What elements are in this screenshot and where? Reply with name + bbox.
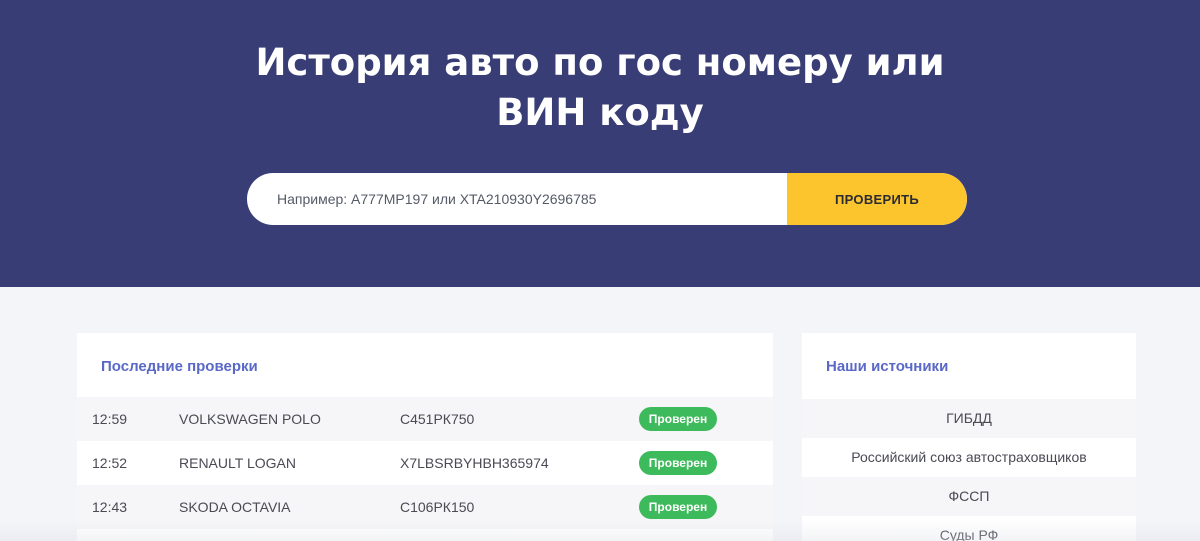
car-model: SKODA OCTAVIA [179,499,291,515]
car-plate: С106РК150 [400,499,475,515]
source-label: ФССП [948,488,990,504]
status-badge: Проверен [639,407,717,431]
source-item: Суды РФ [802,516,1136,541]
source-item: Российский союз автостраховщиков [802,438,1136,477]
search-bar: ПРОВЕРИТЬ [247,173,967,225]
status-badge: Проверен [639,495,717,519]
source-item: ФССП [802,477,1136,516]
check-button[interactable]: ПРОВЕРИТЬ [787,173,967,225]
check-time: 12:43 [92,499,128,515]
car-model: VOLKSWAGEN POLO [179,411,321,427]
sources-title: Наши источники [826,358,949,375]
table-row[interactable]: 12:59 VOLKSWAGEN POLO С451РК750 Проверен [77,397,773,441]
page-title: История авто по гос номеру или ВИН коду [0,38,1200,138]
status-badge: Проверен [639,451,717,475]
page-title-line-2: ВИН коду [496,91,704,134]
sources-card: Наши источники ГИБДД Российский союз авт… [802,333,1136,541]
recent-checks-title: Последние проверки [101,358,258,375]
check-time: 12:59 [92,411,128,427]
car-plate: X7LBSRBYHBH365974 [400,455,549,471]
page-title-line-1: История авто по гос номеру или [255,41,945,84]
table-row[interactable]: 12:52 RENAULT LOGAN X7LBSRBYHBH365974 Пр… [77,441,773,485]
source-label: Суды РФ [939,527,999,541]
car-plate: С451РК750 [400,411,475,427]
hero-banner: История авто по гос номеру или ВИН коду … [0,0,1200,287]
car-model: RENAULT LOGAN [179,455,296,471]
source-item: ГИБДД [802,399,1136,438]
source-label: ГИБДД [946,410,992,426]
recent-checks-list: 12:59 VOLKSWAGEN POLO С451РК750 Проверен… [77,397,773,541]
check-time: 12:52 [92,455,128,471]
search-input[interactable] [247,173,787,225]
source-label: Российский союз автостраховщиков [851,449,1087,465]
table-row[interactable]: 12:43 SKODA OCTAVIA С106РК150 Проверен [77,485,773,529]
